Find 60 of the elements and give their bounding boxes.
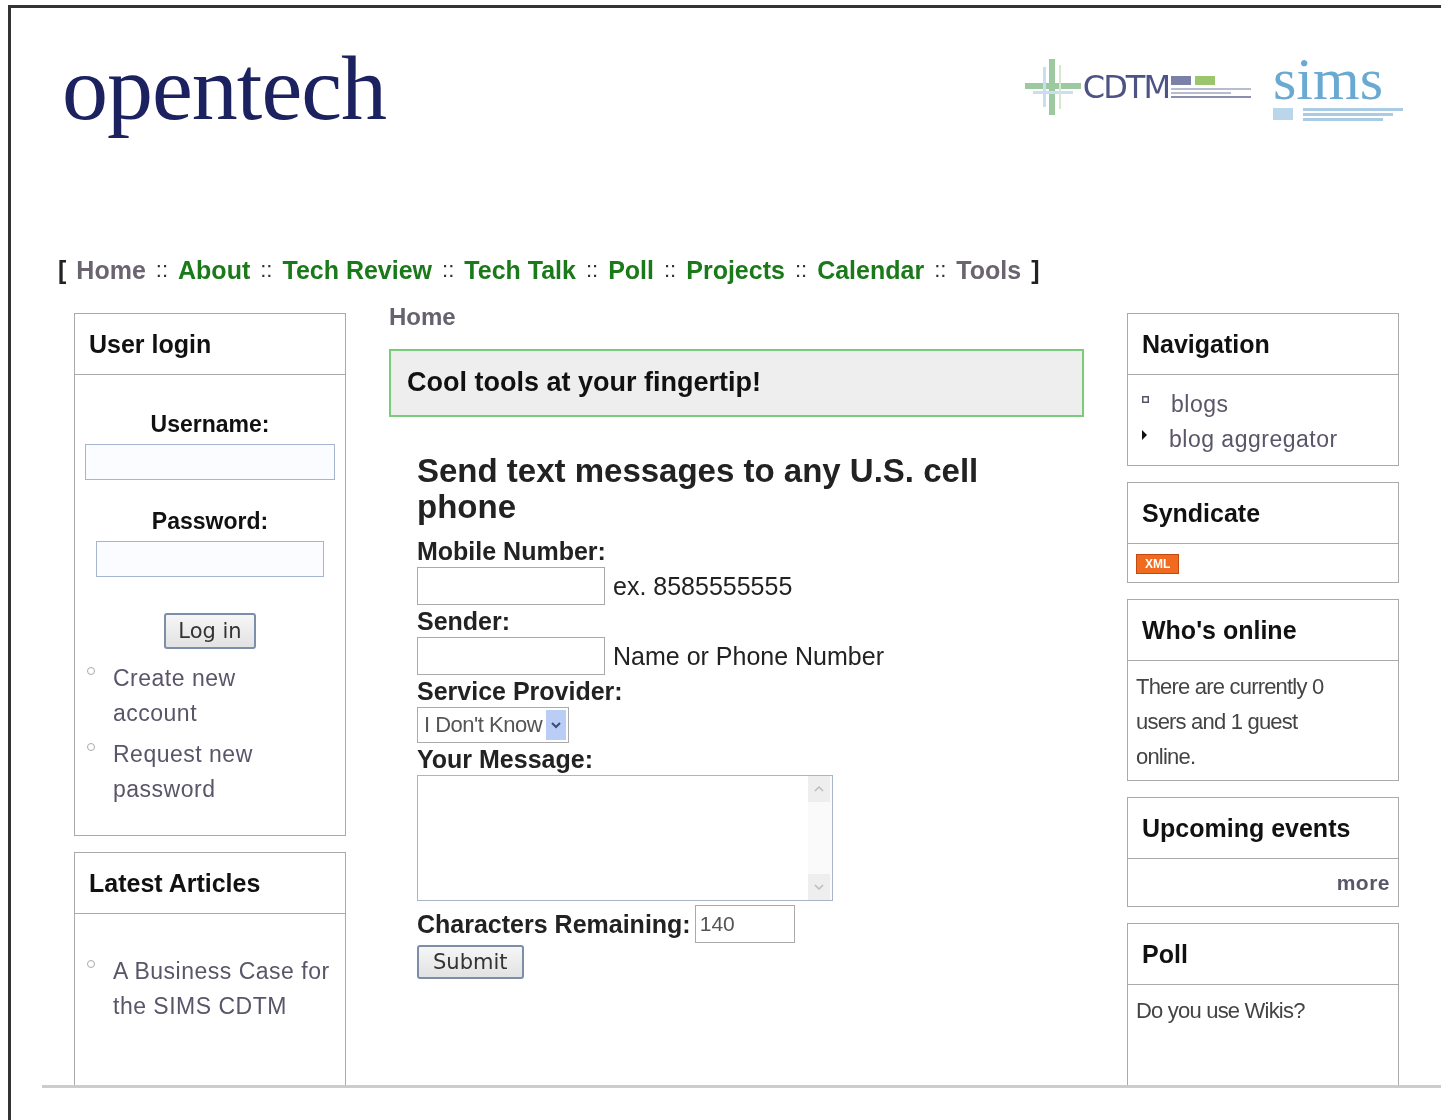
bracket: ]: [1031, 255, 1040, 285]
provider-dropdown[interactable]: I Don't Know: [417, 707, 570, 743]
menu-link[interactable]: blogs: [1171, 387, 1229, 422]
nav-link[interactable]: Home: [76, 255, 146, 285]
nav-link[interactable]: Calendar: [817, 255, 925, 285]
nav-link[interactable]: Projects: [686, 255, 785, 285]
separator: ::: [442, 257, 455, 283]
more-link[interactable]: more: [1336, 865, 1390, 900]
logo-subtext-icon: [1273, 106, 1403, 122]
field-label: Your Message:: [417, 744, 593, 775]
counter-field[interactable]: 140: [694, 905, 795, 943]
field-label: Characters Remaining:: [417, 909, 691, 940]
block-title: Upcoming events: [1128, 798, 1398, 859]
scroll-down-icon[interactable]: [808, 874, 830, 900]
separator: ::: [664, 257, 677, 283]
scrollbar[interactable]: [808, 776, 832, 900]
field-label: Username:: [150, 411, 270, 438]
block-title: Syndicate: [1128, 483, 1398, 544]
nav-link[interactable]: Poll: [608, 255, 654, 285]
nav-link[interactable]: Tech Talk: [464, 255, 576, 285]
banner: Cool tools at your fingertip!: [389, 349, 1084, 417]
account-link[interactable]: Create new account: [113, 661, 313, 731]
nav-link[interactable]: Tech Review: [282, 255, 433, 285]
article-link[interactable]: A Business Case for the SIMS CDTM: [113, 954, 337, 1024]
field-label: Service Provider:: [417, 676, 623, 707]
bracket: [: [58, 255, 67, 285]
message-field[interactable]: [417, 775, 833, 901]
field-label: Sender:: [417, 606, 511, 637]
separator: ::: [155, 257, 169, 283]
scroll-up-icon[interactable]: [808, 776, 830, 802]
separator: ::: [934, 257, 947, 283]
form-heading: Send text messages to any U.S. cell phone: [417, 453, 980, 525]
menu-link[interactable]: blog aggregator: [1169, 422, 1338, 457]
field-hint: Name or Phone Number: [613, 641, 884, 671]
block-title: Latest Articles: [75, 853, 345, 914]
account-link[interactable]: Request new password: [113, 737, 313, 807]
block-title: User login: [75, 314, 345, 375]
sender-field[interactable]: [417, 637, 605, 675]
field-label: Mobile Number:: [417, 536, 606, 567]
block-title: Who's online: [1128, 600, 1398, 661]
block-title: Poll: [1128, 924, 1398, 985]
separator: ::: [260, 257, 273, 283]
field-hint: ex. 8585555555: [613, 571, 793, 601]
partner-logo[interactable]: CDTM: [1082, 68, 1169, 106]
submit-button[interactable]: Submit: [417, 945, 524, 979]
mobile-field[interactable]: [417, 567, 605, 605]
block-text: Do you use Wikis?: [1136, 997, 1306, 1025]
username-field[interactable]: [85, 444, 335, 480]
block-title: Navigation: [1128, 314, 1398, 375]
password-field[interactable]: [96, 541, 324, 577]
separator: ::: [794, 257, 808, 283]
logo-subtext-icon: [1171, 76, 1251, 98]
page-title: Home: [389, 303, 457, 331]
nav-link[interactable]: Tools: [956, 255, 1022, 285]
block-text: There are currently 0 users and 1 guest online.: [1136, 673, 1325, 771]
crosshair-logo-icon: [1024, 59, 1081, 115]
login-button[interactable]: Log in: [164, 613, 256, 649]
separator: ::: [585, 257, 599, 283]
field-label: Password:: [151, 508, 269, 535]
nav-link[interactable]: About: [178, 255, 251, 285]
